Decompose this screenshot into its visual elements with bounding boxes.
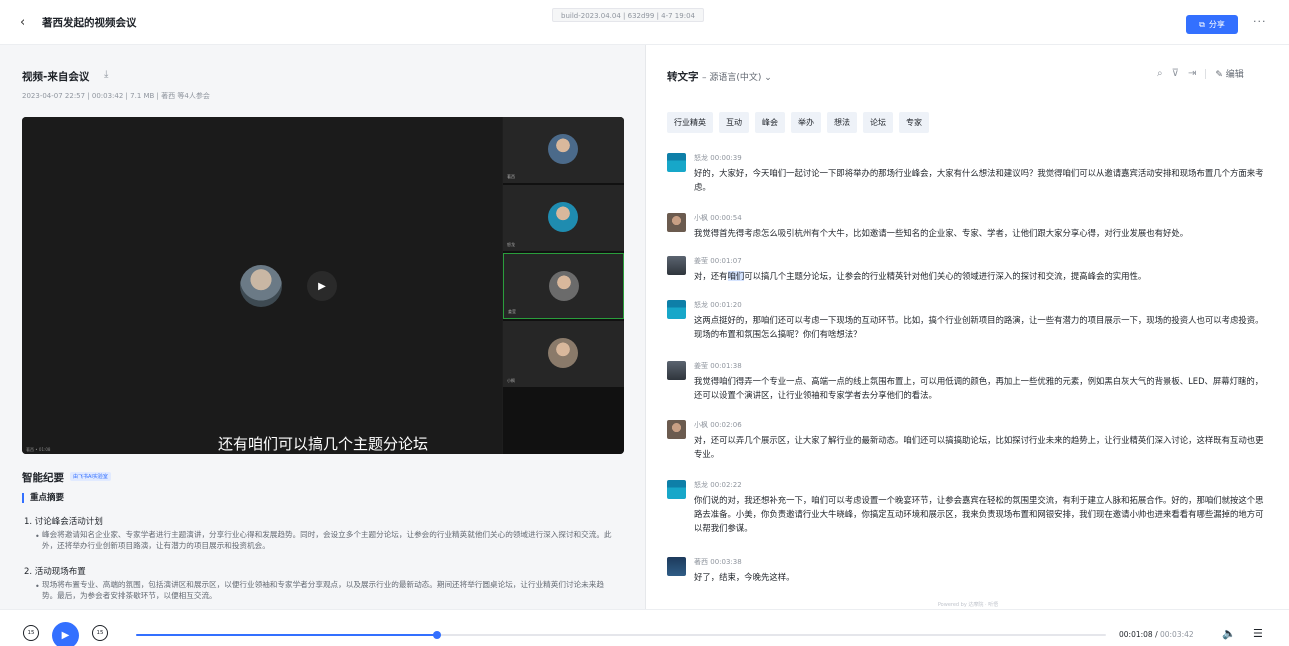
time-display: 00:01:08 / 00:03:42 (1119, 630, 1194, 639)
keyword-chip[interactable]: 想法 (827, 112, 857, 133)
transcript-text: 对，还可以弄几个展示区，让大家了解行业的最新动态。咱们还可以搞搞助论坛，比如探讨… (694, 435, 1264, 459)
transcript-text: 这两点挺好的，那咱们还可以考虑一下现场的互动环节。比如，搞个行业创新项目的路演，… (694, 315, 1264, 339)
download-icon[interactable]: ⤓ (104, 69, 108, 80)
share-label: 分享 (1208, 20, 1225, 29)
more-icon[interactable]: ··· (1253, 15, 1267, 28)
speaker-avatar (667, 557, 686, 576)
participant-name: 怒龙 (507, 242, 515, 247)
powered-by: Powered by 达摩院 · 听悟 (937, 602, 999, 608)
speaker-avatar (667, 256, 686, 275)
summary-heading: 2. 活动现场布置 (24, 567, 86, 577)
divider (1205, 68, 1207, 79)
share-button[interactable]: ⧉ 分享 (1186, 15, 1238, 34)
share-icon: ⧉ (1199, 19, 1205, 29)
main-stage: ▶ 著西 • 01:08 (22, 117, 502, 454)
search-icon[interactable]: ⌕ (1157, 68, 1163, 79)
keyword-chip[interactable]: 峰会 (755, 112, 785, 133)
speaker-time: 姜莹 00:01:07 (694, 257, 742, 265)
speaker-time: 小枫 00:00:54 (694, 214, 742, 222)
participant-tile[interactable]: 著西 (503, 117, 624, 183)
video-player[interactable]: ▶ 著西 • 01:08 著西 怒龙 姜莹 小枫 还有咱们可以搞几个主题分论坛 (22, 117, 624, 454)
summary-body: 现场将布置专业、高端的氛围，包括演讲区和展示区，以便行业领袖和专家学者分享观点，… (42, 580, 604, 600)
language-select[interactable]: – 源语言(中文) ⌄ (702, 70, 772, 83)
current-word-highlight: 咱们 (727, 271, 745, 281)
speaker-avatar (667, 153, 686, 172)
video-caption: 还有咱们可以搞几个主题分论坛 (217, 435, 428, 453)
keyword-chip[interactable]: 互动 (719, 112, 749, 133)
volume-icon[interactable]: 🔈 (1222, 627, 1236, 640)
summary-body: 峰会将邀请知名企业家、专家学者进行主题演讲，分享行业心得和发展趋势。同时，会设立… (42, 530, 612, 550)
key-points-heading: 重点摘要 (22, 493, 64, 503)
participant-avatar (548, 338, 578, 368)
keyword-chips: 行业精英 互动 峰会 举办 想法 论坛 专家 (667, 112, 929, 133)
participant-tile[interactable]: 怒龙 (503, 185, 624, 251)
transcript-text: 好了，结束，今晚先这样。 (694, 572, 795, 582)
video-title: 视频-来自会议 (22, 71, 90, 83)
settings-icon[interactable]: ☰ (1253, 627, 1263, 640)
summary-heading: 1. 讨论峰会活动计划 (24, 517, 103, 527)
speaker-avatar (240, 265, 282, 307)
speaker-time: 怒龙 00:00:39 (694, 154, 742, 162)
transcript-title: 转文字 (667, 71, 699, 83)
export-icon[interactable]: ⇥ (1188, 68, 1196, 79)
build-tag: build-2023.04.04 | 632d99 | 4-7 19:04 (552, 8, 704, 22)
speaker-time: 小枫 00:02:06 (694, 421, 742, 429)
speaker-avatar (667, 361, 686, 380)
progress-fill (136, 634, 437, 636)
meeting-title: 著西发起的视频会议 (42, 17, 137, 29)
forward-15-icon[interactable]: 15 (92, 625, 108, 641)
smart-summary-title: 智能纪要 (22, 472, 64, 484)
speaker-time: 怒龙 00:01:20 (694, 301, 742, 309)
transcript-text: 对，还有咱们可以搞几个主题分论坛，让参会的行业精英针对他们关心的领域进行深入的探… (694, 271, 1147, 281)
participant-tiles: 著西 怒龙 姜莹 小枫 (503, 117, 624, 454)
participant-tile-active[interactable]: 姜莹 (503, 253, 624, 319)
player-bar: 15 ▶ 15 00:01:08 / 00:03:42 🔈 ☰ (0, 609, 1289, 646)
transcript-text: 好的，大家好，今天咱们一起讨论一下即将举办的那场行业峰会，大家有什么想法和建议吗… (694, 168, 1264, 192)
rewind-15-icon[interactable]: 15 (23, 625, 39, 641)
edit-button[interactable]: ✎ 编辑 (1215, 67, 1243, 80)
bullet: • (35, 532, 40, 541)
participant-name: 姜莹 (508, 309, 516, 314)
transcript-panel: 转文字 – 源语言(中文) ⌄ ⌕ ⊽ ⇥ ✎ 编辑 行业精英 互动 峰会 举办… (647, 45, 1289, 609)
bullet: • (35, 582, 40, 591)
total-duration: 00:03:42 (1159, 630, 1194, 639)
keyword-chip[interactable]: 专家 (899, 112, 929, 133)
progress-track[interactable] (136, 631, 1106, 639)
speaker-time: 怒龙 00:02:22 (694, 481, 742, 489)
keyword-chip[interactable]: 行业精英 (667, 112, 713, 133)
transcript-text: 我觉得咱们得弄一个专业一点、高端一点的线上氛围布置上，可以用低调的颜色，再加上一… (694, 376, 1264, 400)
transcript-text: 我觉得首先得考虑怎么吸引杭州有个大牛，比如邀请一些知名的企业家、专家、学者，让他… (694, 228, 1189, 238)
speaker-avatar (667, 480, 686, 499)
play-icon[interactable]: ▶ (307, 271, 337, 301)
speaker-avatar (667, 300, 686, 319)
speaker-time: 著西 00:03:38 (694, 558, 742, 566)
participant-tile[interactable]: 小枫 (503, 321, 624, 387)
participant-avatar (548, 134, 578, 164)
participant-avatar (548, 202, 578, 232)
transcript-toolbar: ⌕ ⊽ ⇥ ✎ 编辑 (1157, 67, 1244, 80)
participant-name: 著西 (507, 174, 515, 179)
speaker-avatar (667, 420, 686, 439)
video-meta: 2023-04-07 22:57 | 00:03:42 | 7.1 MB | 著… (22, 92, 210, 100)
keyword-chip[interactable]: 论坛 (863, 112, 893, 133)
transcript-text: 你们说的对，我还想补充一下，咱们可以考虑设置一个晚宴环节，让参会嘉宾在轻松的氛围… (694, 495, 1264, 533)
top-bar: ‹ 著西发起的视频会议 build-2023.04.04 | 632d99 | … (0, 0, 1289, 45)
play-button[interactable]: ▶ (52, 622, 79, 646)
participant-avatar (549, 271, 579, 301)
participant-name: 小枫 (507, 378, 515, 383)
back-icon[interactable]: ‹ (20, 16, 25, 30)
keyword-chip[interactable]: 举办 (791, 112, 821, 133)
filter-icon[interactable]: ⊽ (1172, 68, 1179, 79)
speaker-avatar (667, 213, 686, 232)
video-panel: 视频-来自会议 ⤓ 2023-04-07 22:57 | 00:03:42 | … (0, 45, 646, 609)
progress-handle[interactable] (432, 631, 441, 639)
speaker-time: 姜莹 00:01:38 (694, 362, 742, 370)
smart-summary-badge: 由飞书AI实验室 (70, 472, 111, 481)
current-time: 00:01:08 (1119, 630, 1153, 639)
